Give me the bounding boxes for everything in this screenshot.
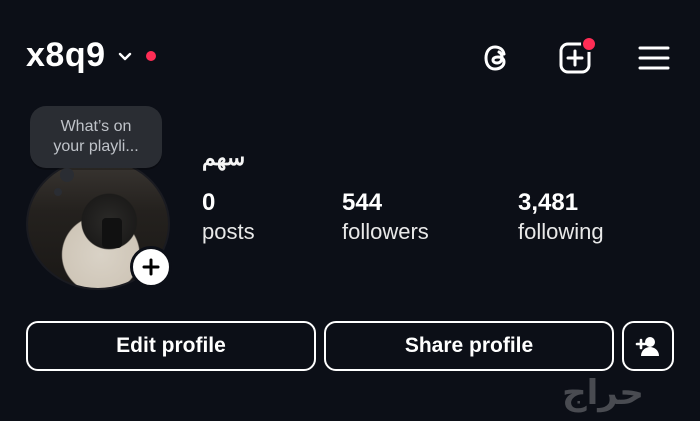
top-bar: x8q9: [0, 0, 700, 118]
watermark-logo: حراج: [528, 374, 678, 414]
menu-icon[interactable]: [634, 38, 674, 78]
followers-label: followers: [342, 219, 429, 244]
posts-label: posts: [202, 219, 255, 244]
username: x8q9: [26, 36, 106, 74]
following-count: 3,481: [518, 189, 579, 216]
chevron-down-icon: [116, 47, 134, 65]
stat-followers[interactable]: 544 followers: [342, 188, 429, 246]
watermark-text: حراج: [562, 374, 644, 413]
notification-dot: [145, 50, 156, 61]
plus-icon: [142, 258, 160, 276]
posts-count: 0: [202, 189, 216, 216]
note-text-line1: What’s on: [60, 118, 132, 135]
following-label: following: [518, 219, 604, 244]
add-story-button[interactable]: [130, 246, 172, 288]
edit-profile-button[interactable]: Edit profile: [26, 321, 316, 371]
profile-avatar-area: What’s on your playli...: [26, 106, 176, 290]
stat-posts[interactable]: 0 posts: [202, 188, 255, 246]
create-notification-badge: [581, 36, 597, 52]
note-bubble[interactable]: What’s on your playli...: [30, 106, 162, 168]
add-person-icon: [635, 337, 659, 356]
note-tail: [60, 168, 74, 182]
account-switcher[interactable]: x8q9: [26, 36, 156, 75]
followers-count: 544: [342, 189, 383, 216]
note-tail-small: [54, 188, 62, 196]
create-icon[interactable]: [555, 36, 597, 78]
stat-following[interactable]: 3,481 following: [518, 188, 604, 246]
note-text-line2: your playli...: [53, 138, 139, 155]
threads-icon[interactable]: [476, 38, 516, 78]
share-profile-button[interactable]: Share profile: [324, 321, 614, 371]
discover-people-button[interactable]: [622, 321, 674, 371]
display-name: سهم: [202, 145, 246, 170]
